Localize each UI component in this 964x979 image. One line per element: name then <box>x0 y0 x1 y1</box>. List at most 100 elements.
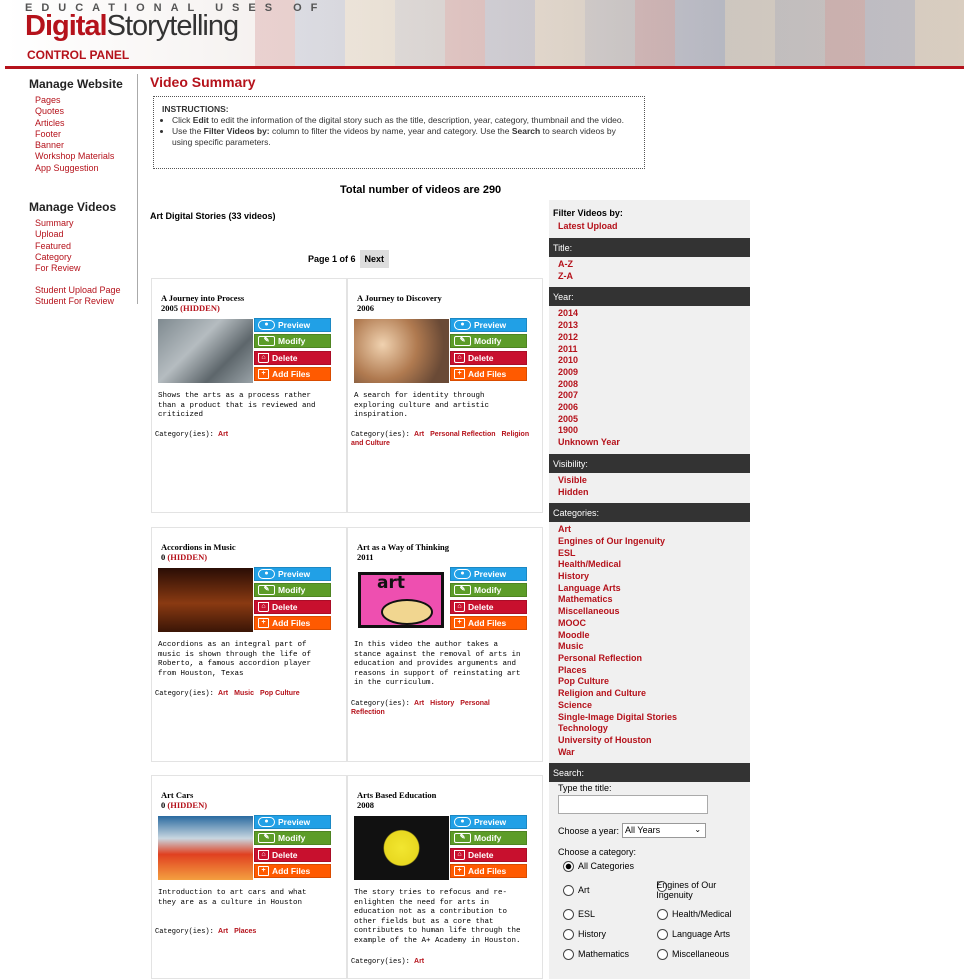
filter-year-link-2[interactable]: 2012 <box>558 332 578 342</box>
filter-category-link-14[interactable]: Religion and Culture <box>558 688 646 698</box>
video-thumbnail[interactable] <box>158 816 253 880</box>
add-files-button[interactable]: + Add Files <box>450 615 527 630</box>
modify-button[interactable]: ✎ Modify <box>450 334 527 349</box>
category-link[interactable]: Art <box>414 431 424 438</box>
preview-button[interactable]: ● Preview <box>450 318 527 332</box>
next-page-button[interactable]: Next <box>359 250 390 268</box>
sidebar-link-featured[interactable]: Featured <box>35 241 71 251</box>
category-link[interactable]: Art <box>218 690 228 697</box>
filter-visibility-link-1[interactable]: Hidden <box>558 487 589 497</box>
filter-category-link-6[interactable]: Mathematics <box>558 594 613 604</box>
filter-category-link-16[interactable]: Single-Image Digital Stories <box>558 712 677 722</box>
radio-health[interactable]: Health/Medical <box>657 909 732 921</box>
filter-year-link-8[interactable]: 2006 <box>558 402 578 412</box>
add-files-button[interactable]: + Add Files <box>450 366 527 381</box>
sidebar-link-quotes[interactable]: Quotes <box>35 106 64 116</box>
add-files-button[interactable]: + Add Files <box>254 615 331 630</box>
year-select[interactable]: All Years ⌄ <box>622 823 707 839</box>
sidebar-link-category[interactable]: Category <box>35 252 72 262</box>
delete-button[interactable]: ⌂ Delete <box>254 599 331 614</box>
preview-button[interactable]: ● Preview <box>254 318 331 332</box>
sidebar-link-banner[interactable]: Banner <box>35 140 64 150</box>
filter-title-link-0[interactable]: A-Z <box>558 259 573 269</box>
filter-category-link-12[interactable]: Places <box>558 665 587 675</box>
category-link[interactable]: Art <box>414 958 424 965</box>
modify-button[interactable]: ✎ Modify <box>450 583 527 598</box>
filter-category-link-9[interactable]: Moodle <box>558 630 590 640</box>
video-thumbnail[interactable] <box>354 319 449 383</box>
add-files-button[interactable]: + Add Files <box>450 863 527 878</box>
filter-category-link-15[interactable]: Science <box>558 700 592 710</box>
filter-category-link-18[interactable]: University of Houston <box>558 735 652 745</box>
filter-category-link-7[interactable]: Miscellaneous <box>558 606 620 616</box>
filter-year-link-4[interactable]: 2010 <box>558 355 578 365</box>
filter-year-link-6[interactable]: 2008 <box>558 379 578 389</box>
filter-category-link-1[interactable]: Engines of Our Ingenuity <box>558 536 665 546</box>
category-link[interactable]: Personal Reflection <box>430 431 495 438</box>
filter-category-link-4[interactable]: History <box>558 571 589 581</box>
delete-button[interactable]: ⌂ Delete <box>254 350 331 365</box>
filter-year-link-0[interactable]: 2014 <box>558 308 578 318</box>
sidebar-link-for-review[interactable]: For Review <box>35 263 81 273</box>
filter-category-link-10[interactable]: Music <box>558 641 584 651</box>
filter-year-link-1[interactable]: 2013 <box>558 320 578 330</box>
filter-year-link-11[interactable]: Unknown Year <box>558 437 620 447</box>
radio-language-arts[interactable]: Language Arts <box>657 929 730 941</box>
filter-link-latest[interactable]: Latest Upload <box>558 221 618 231</box>
modify-button[interactable]: ✎ Modify <box>254 831 331 846</box>
filter-visibility-link-0[interactable]: Visible <box>558 475 587 485</box>
video-thumbnail[interactable] <box>158 568 253 632</box>
radio-engines[interactable]: Engines of Our Ingenuity <box>656 880 747 900</box>
radio-all-categories[interactable]: All Categories <box>563 861 634 873</box>
radio-esl[interactable]: ESL <box>563 909 595 921</box>
radio-miscellaneous[interactable]: Miscellaneous <box>657 949 729 961</box>
filter-year-link-7[interactable]: 2007 <box>558 390 578 400</box>
category-link[interactable]: Art <box>414 700 424 707</box>
filter-category-link-19[interactable]: War <box>558 747 575 757</box>
category-link[interactable]: Pop Culture <box>260 690 300 697</box>
filter-category-link-17[interactable]: Technology <box>558 723 608 733</box>
radio-mathematics[interactable]: Mathematics <box>563 949 629 961</box>
preview-button[interactable]: ● Preview <box>450 567 527 581</box>
sidebar-link-summary[interactable]: Summary <box>35 218 74 228</box>
filter-year-link-3[interactable]: 2011 <box>558 344 578 354</box>
category-link[interactable]: Music <box>234 690 254 697</box>
sidebar-link-workshop-materials[interactable]: Workshop Materials <box>35 151 114 161</box>
sidebar-link-pages[interactable]: Pages <box>35 95 61 105</box>
filter-category-link-13[interactable]: Pop Culture <box>558 676 609 686</box>
add-files-button[interactable]: + Add Files <box>254 366 331 381</box>
sidebar-link-articles[interactable]: Articles <box>35 118 65 128</box>
site-logo[interactable]: DigitalStorytelling <box>25 10 239 43</box>
filter-year-link-10[interactable]: 1900 <box>558 425 578 435</box>
category-link[interactable]: Places <box>234 928 256 935</box>
filter-category-link-3[interactable]: Health/Medical <box>558 559 621 569</box>
filter-category-link-11[interactable]: Personal Reflection <box>558 653 642 663</box>
preview-button[interactable]: ● Preview <box>254 815 331 829</box>
filter-category-link-5[interactable]: Language Arts <box>558 583 621 593</box>
modify-button[interactable]: ✎ Modify <box>254 334 331 349</box>
filter-category-link-8[interactable]: MOOC <box>558 618 586 628</box>
category-link[interactable]: History <box>430 700 454 707</box>
sidebar-link-footer[interactable]: Footer <box>35 129 61 139</box>
sidebar-link-student-upload[interactable]: Student Upload Page <box>35 285 121 295</box>
video-thumbnail[interactable]: art <box>354 568 449 632</box>
filter-category-link-0[interactable]: Art <box>558 524 571 534</box>
delete-button[interactable]: ⌂ Delete <box>450 599 527 614</box>
category-link[interactable]: Art <box>218 928 228 935</box>
video-thumbnail[interactable] <box>354 816 449 880</box>
sidebar-link-student-review[interactable]: Student For Review <box>35 296 114 306</box>
preview-button[interactable]: ● Preview <box>254 567 331 581</box>
modify-button[interactable]: ✎ Modify <box>450 831 527 846</box>
video-thumbnail[interactable] <box>158 319 253 383</box>
sidebar-link-upload[interactable]: Upload <box>35 229 64 239</box>
filter-category-link-2[interactable]: ESL <box>558 548 576 558</box>
filter-year-link-9[interactable]: 2005 <box>558 414 578 424</box>
filter-year-link-5[interactable]: 2009 <box>558 367 578 377</box>
filter-title-link-1[interactable]: Z-A <box>558 271 573 281</box>
delete-button[interactable]: ⌂ Delete <box>254 847 331 862</box>
modify-button[interactable]: ✎ Modify <box>254 583 331 598</box>
radio-art[interactable]: Art <box>563 885 590 897</box>
sidebar-link-app-suggestion[interactable]: App Suggestion <box>35 163 99 173</box>
delete-button[interactable]: ⌂ Delete <box>450 350 527 365</box>
radio-history[interactable]: History <box>563 929 606 941</box>
